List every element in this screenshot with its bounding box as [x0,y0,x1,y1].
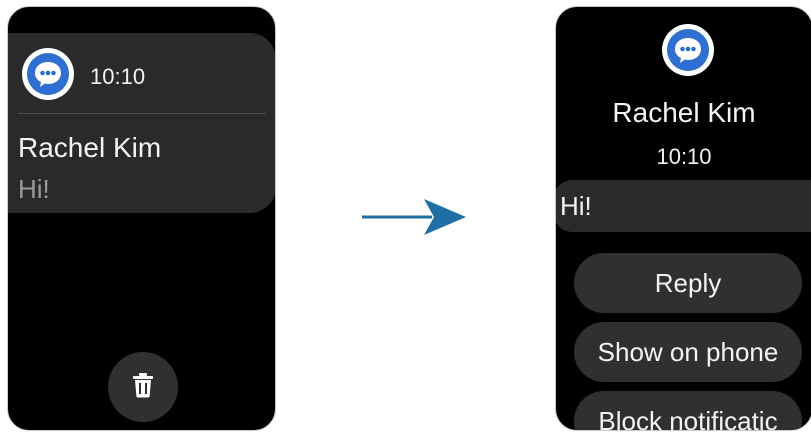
block-notifications-button[interactable]: Block notificatic [574,391,802,430]
sender-name: Rachel Kim [18,132,162,163]
divider [18,113,266,114]
show-on-phone-button[interactable]: Show on phone [574,322,802,382]
notification-time: 10:10 [656,144,712,169]
trash-icon [132,372,154,403]
message-bubble: Hi! [556,180,811,232]
delete-button[interactable] [108,352,178,422]
sender-name: Rachel Kim [612,97,756,128]
watch-screen-notification-detail: Rachel Kim 10:10 Hi! Reply Show on phone… [555,6,811,431]
arrow-right-icon [362,197,466,242]
watch-screen-notification: 10:10 Rachel Kim Hi! [7,6,276,431]
message-preview: Hi! [18,174,50,204]
chat-bubble-icon [22,48,74,100]
notification-time: 10:10 [90,64,146,89]
reply-button[interactable]: Reply [574,253,802,313]
chat-bubble-icon [662,24,714,76]
